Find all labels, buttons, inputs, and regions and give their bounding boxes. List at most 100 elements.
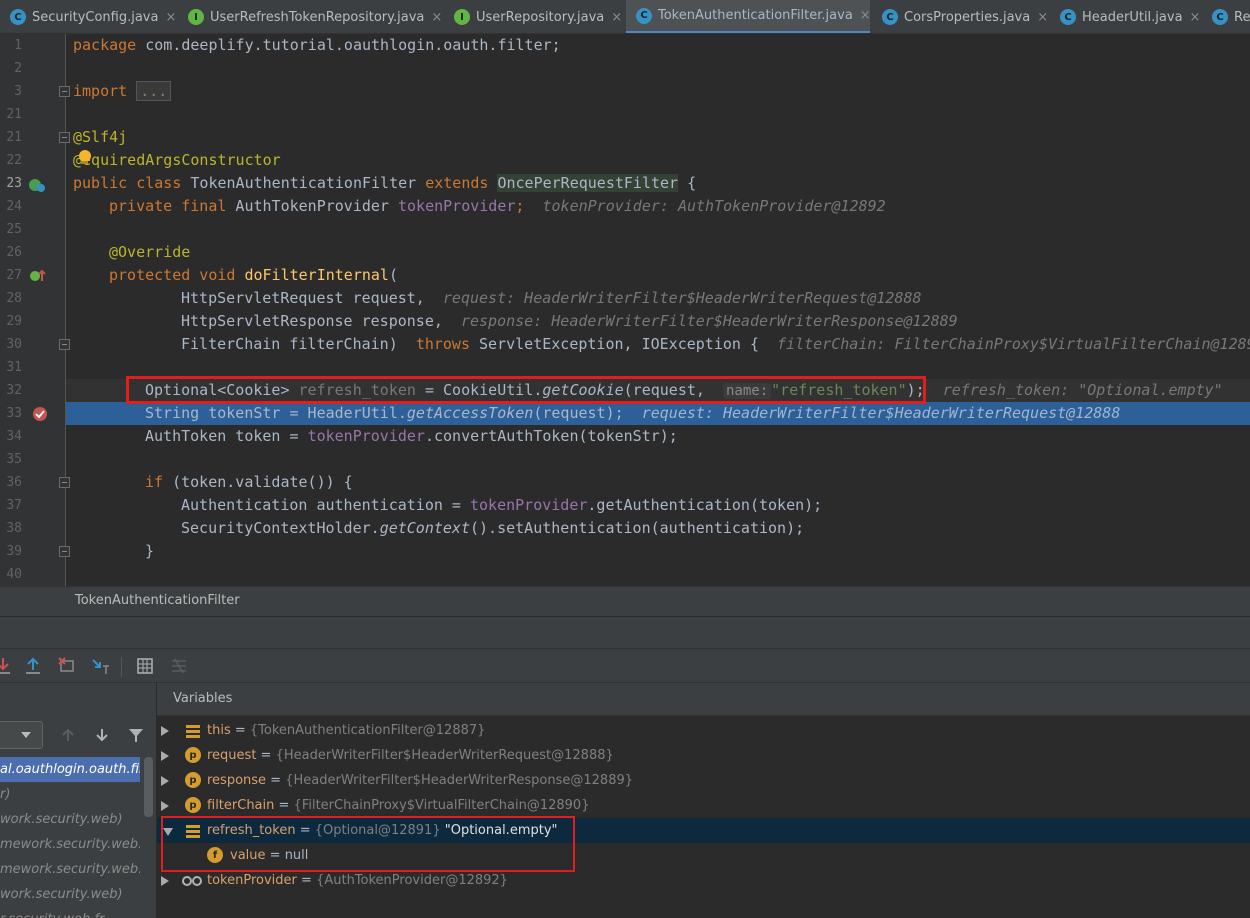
close-icon[interactable]: × xyxy=(165,10,176,25)
frame-item[interactable]: mework.security.web.auth xyxy=(0,832,140,857)
inline-debug-value: response: HeaderWriterFilter$HeaderWrite… xyxy=(460,312,958,330)
code-text: AuthToken token = xyxy=(145,427,308,445)
line-number: 40 xyxy=(6,567,22,582)
breadcrumb[interactable]: TokenAuthenticationFilter xyxy=(0,586,1250,616)
code-line-28: HttpServletRequest request, request: Hea… xyxy=(181,287,922,310)
breakpoint-icon[interactable] xyxy=(32,406,48,422)
line-number: 35 xyxy=(6,452,22,467)
chevron-down-icon xyxy=(21,732,31,738)
annotation-highlight-box xyxy=(161,816,575,872)
code-text: (token.validate()) { xyxy=(163,473,353,491)
editor-tab-bar: C SecurityConfig.java × I UserRefreshTok… xyxy=(0,0,1250,34)
lightbulb-icon[interactable] xyxy=(78,149,92,167)
keyword: private final xyxy=(109,197,227,215)
fold-toggle-icon[interactable] xyxy=(59,132,70,143)
filter-icon[interactable] xyxy=(125,724,147,746)
line-number: 31 xyxy=(6,360,22,375)
tab-label: HeaderUtil.java xyxy=(1082,9,1183,25)
variables-title: Variables xyxy=(173,691,233,706)
code-text: FilterChain filterChain) xyxy=(181,335,398,353)
variable-row[interactable]: p request = {HeaderWriterFilter$HeaderWr… xyxy=(157,743,1250,768)
inline-debug-value: tokenProvider: AuthTokenProvider@12892 xyxy=(542,197,886,215)
step-out-icon[interactable] xyxy=(22,655,44,677)
inline-debug-value: request: HeaderWriterFilter$HeaderWriter… xyxy=(641,404,1121,422)
tab-user-refresh-token-repository[interactable]: I UserRefreshTokenRepository.java × xyxy=(188,0,442,33)
tab-label: SecurityConfig.java xyxy=(32,9,159,25)
tab-cors-properties[interactable]: C CorsProperties.java × xyxy=(882,0,1048,33)
frame-item[interactable]: work.security.web) xyxy=(0,807,140,832)
code-line-21: @Slf4j xyxy=(73,128,128,146)
code-editor[interactable]: 1 2 3 21 21 22 23 24 25 26 27 28 29 30 3… xyxy=(0,34,1250,586)
step-into-icon[interactable] xyxy=(0,655,14,677)
variable-row[interactable]: this = {TokenAuthenticationFilter@12887} xyxy=(157,718,1250,743)
tab-truncated[interactable]: C Re xyxy=(1212,0,1250,33)
code-text: com.deeplify.tutorial.oauthlogin.oauth.f… xyxy=(136,36,561,54)
drop-frame-icon[interactable] xyxy=(56,655,78,677)
variable-name: this = {TokenAuthenticationFilter@12887} xyxy=(207,718,485,743)
arrow-up-icon[interactable] xyxy=(57,724,79,746)
tab-token-authentication-filter[interactable]: C TokenAuthenticationFilter.java × xyxy=(626,0,871,33)
frame-item[interactable]: al.oauthlogin.oauth.filter) xyxy=(0,757,140,782)
close-icon[interactable]: × xyxy=(611,10,622,25)
code-line-22: @ equiredArgsConstructor xyxy=(73,149,281,172)
variable-name: response = {HeaderWriterFilter$HeaderWri… xyxy=(207,768,633,793)
expand-arrow-icon[interactable] xyxy=(161,776,169,786)
editor-gutter[interactable]: 1 2 3 21 21 22 23 24 25 26 27 28 29 30 3… xyxy=(0,34,70,586)
fold-toggle-icon[interactable] xyxy=(59,339,70,350)
var-eq: = xyxy=(296,873,317,888)
fold-toggle-icon[interactable] xyxy=(59,546,70,557)
expand-arrow-icon[interactable] xyxy=(161,876,169,886)
class-icon: C xyxy=(882,9,898,25)
variable-row[interactable]: p response = {HeaderWriterFilter$HeaderW… xyxy=(157,768,1250,793)
line-number: 25 xyxy=(6,222,22,237)
code-text: { xyxy=(678,174,697,192)
fold-toggle-icon[interactable] xyxy=(59,477,70,488)
arrow-down-icon[interactable] xyxy=(91,724,113,746)
line-number: 21 xyxy=(6,107,22,122)
close-icon[interactable]: × xyxy=(431,10,442,25)
breadcrumb-item[interactable]: TokenAuthenticationFilter xyxy=(75,593,240,608)
line-number: 39 xyxy=(6,544,22,559)
variable-row[interactable]: p filterChain = {FilterChainProxy$Virtua… xyxy=(157,793,1250,818)
expand-arrow-icon[interactable] xyxy=(161,726,169,736)
thread-selector[interactable] xyxy=(0,721,43,749)
frame-item[interactable]: r) xyxy=(0,782,140,807)
expand-arrow-icon[interactable] xyxy=(161,751,169,761)
expand-arrow-icon[interactable] xyxy=(161,801,169,811)
code-text: AuthTokenProvider xyxy=(226,197,398,215)
tab-header-util[interactable]: C HeaderUtil.java × xyxy=(1060,0,1201,33)
line-number: 36 xyxy=(6,475,22,490)
fold-toggle-icon[interactable] xyxy=(59,86,70,97)
line-number: 26 xyxy=(6,245,22,260)
var-type: {AuthTokenProvider@12892} xyxy=(316,873,508,888)
var-eq: = xyxy=(256,748,276,763)
tab-user-repository[interactable]: I UserRepository.java × xyxy=(454,0,622,33)
keyword: if xyxy=(145,473,164,491)
run-to-cursor-icon[interactable] xyxy=(90,655,112,677)
tab-security-config[interactable]: C SecurityConfig.java × xyxy=(10,0,176,33)
code-line-39: } xyxy=(145,542,155,560)
run-debug-gutter-icon[interactable] xyxy=(28,177,46,193)
frame-item[interactable]: r.security.web.fr xyxy=(0,907,140,918)
scrollbar[interactable] xyxy=(144,757,153,817)
folded-imports[interactable]: ... xyxy=(136,81,172,101)
class-name: TokenAuthenticationFilter xyxy=(181,174,426,192)
frame-item[interactable]: work.security.web) xyxy=(0,882,140,907)
keyword: protected void xyxy=(109,266,236,284)
close-icon[interactable]: × xyxy=(860,8,871,23)
var-eq: = xyxy=(266,773,286,788)
line-number: 38 xyxy=(6,521,22,536)
keyword: public class xyxy=(73,174,182,192)
frame-item[interactable]: mework.security.web.auth xyxy=(0,857,140,882)
keyword: package xyxy=(73,36,137,54)
close-icon[interactable]: × xyxy=(1190,10,1201,25)
line-number: 21 xyxy=(6,130,22,145)
var-type: {HeaderWriterFilter$HeaderWriterRequest@… xyxy=(275,748,614,763)
variable-name: request = {HeaderWriterFilter$HeaderWrit… xyxy=(207,743,614,768)
toolbar-separator xyxy=(121,657,122,677)
trace-current-stream-icon[interactable] xyxy=(168,655,190,677)
override-method-icon[interactable] xyxy=(29,268,47,284)
variables-header: Variables xyxy=(157,683,1250,716)
close-icon[interactable]: × xyxy=(1037,10,1048,25)
evaluate-expression-icon[interactable] xyxy=(134,655,156,677)
